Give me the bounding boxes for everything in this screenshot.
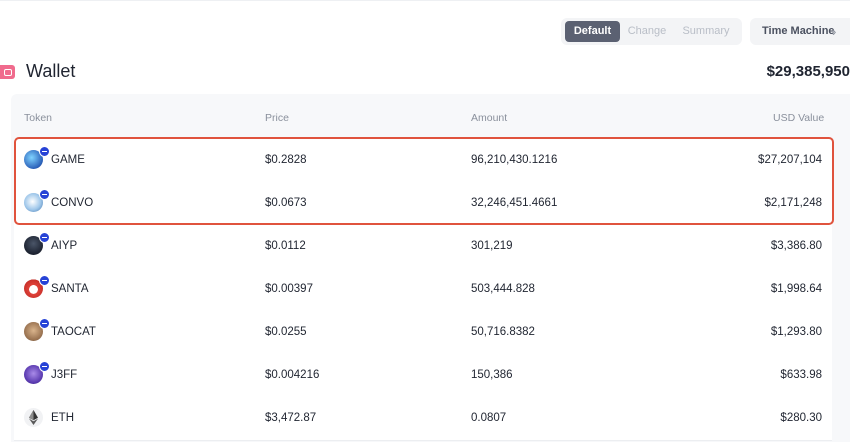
table-row[interactable]: GAME $0.2828 96,210,430.1216 $27,207,104 <box>14 139 832 183</box>
column-header-token: Token <box>24 112 52 124</box>
time-machine-label: Time Machine <box>762 18 835 45</box>
token-name: J3FF <box>51 354 77 397</box>
token-usd-value: $27,207,104 <box>758 139 822 182</box>
token-price: $0.0112 <box>265 225 306 268</box>
top-divider <box>0 0 850 1</box>
token-usd-value: $2,171,248 <box>764 182 822 225</box>
token-usd-value: $633.98 <box>780 354 822 397</box>
token-usd-value: $1,293.80 <box>771 311 822 354</box>
token-name: TAOCAT <box>51 311 96 354</box>
column-header-price: Price <box>265 112 289 124</box>
token-name: SANTA <box>51 268 89 311</box>
chain-badge-icon <box>39 361 50 372</box>
token-name: ETH <box>51 397 74 440</box>
time-machine-button[interactable]: Time Machine › <box>750 18 850 45</box>
token-name: CONVO <box>51 182 93 225</box>
column-header-amount: Amount <box>471 112 507 124</box>
token-amount: 0.0807 <box>471 397 506 440</box>
token-name: AIYP <box>51 225 77 268</box>
token-price: $0.0255 <box>265 311 307 354</box>
table-row[interactable]: ETH $3,472.87 0.0807 $280.30 <box>14 397 832 441</box>
table-row[interactable]: AIYP $0.0112 301,219 $3,386.80 <box>14 225 832 269</box>
wallet-icon <box>0 65 15 79</box>
token-price: $0.00397 <box>265 268 313 311</box>
table-row[interactable]: TAOCAT $0.0255 50,716.8382 $1,293.80 <box>14 311 832 355</box>
token-amount: 32,246,451.4661 <box>471 182 557 225</box>
token-price: $0.0673 <box>265 182 307 225</box>
token-usd-value: $280.30 <box>780 397 822 440</box>
token-price: $0.004216 <box>265 354 319 397</box>
token-amount: 503,444.828 <box>471 268 535 311</box>
view-option-summary[interactable]: Summary <box>675 21 737 42</box>
column-header-usd-value: USD Value <box>773 112 824 124</box>
view-option-change[interactable]: Change <box>623 21 671 42</box>
table-row[interactable]: J3FF $0.004216 150,386 $633.98 <box>14 354 832 398</box>
token-usd-value: $3,386.80 <box>771 225 822 268</box>
table-row[interactable]: CONVO $0.0673 32,246,451.4661 $2,171,248 <box>14 182 832 226</box>
token-price: $3,472.87 <box>265 397 316 440</box>
token-amount: 96,210,430.1216 <box>471 139 557 182</box>
token-amount: 150,386 <box>471 354 513 397</box>
view-option-default[interactable]: Default <box>565 21 620 42</box>
chain-badge-icon <box>39 275 50 286</box>
chevron-right-icon: › <box>832 18 836 45</box>
token-amount: 50,716.8382 <box>471 311 535 354</box>
wallet-total-value: $29,385,950 <box>767 63 850 80</box>
token-amount: 301,219 <box>471 225 513 268</box>
token-name: GAME <box>51 139 85 182</box>
eth-token-icon <box>24 408 43 427</box>
token-usd-value: $1,998.64 <box>771 268 822 311</box>
token-price: $0.2828 <box>265 139 307 182</box>
view-toggle: Default Change Summary <box>561 18 742 45</box>
table-row[interactable]: SANTA $0.00397 503,444.828 $1,998.64 <box>14 268 832 312</box>
chain-badge-icon <box>39 146 50 157</box>
chain-badge-icon <box>39 232 50 243</box>
wallet-title: Wallet <box>26 61 75 82</box>
chain-badge-icon <box>39 189 50 200</box>
chain-badge-icon <box>39 318 50 329</box>
